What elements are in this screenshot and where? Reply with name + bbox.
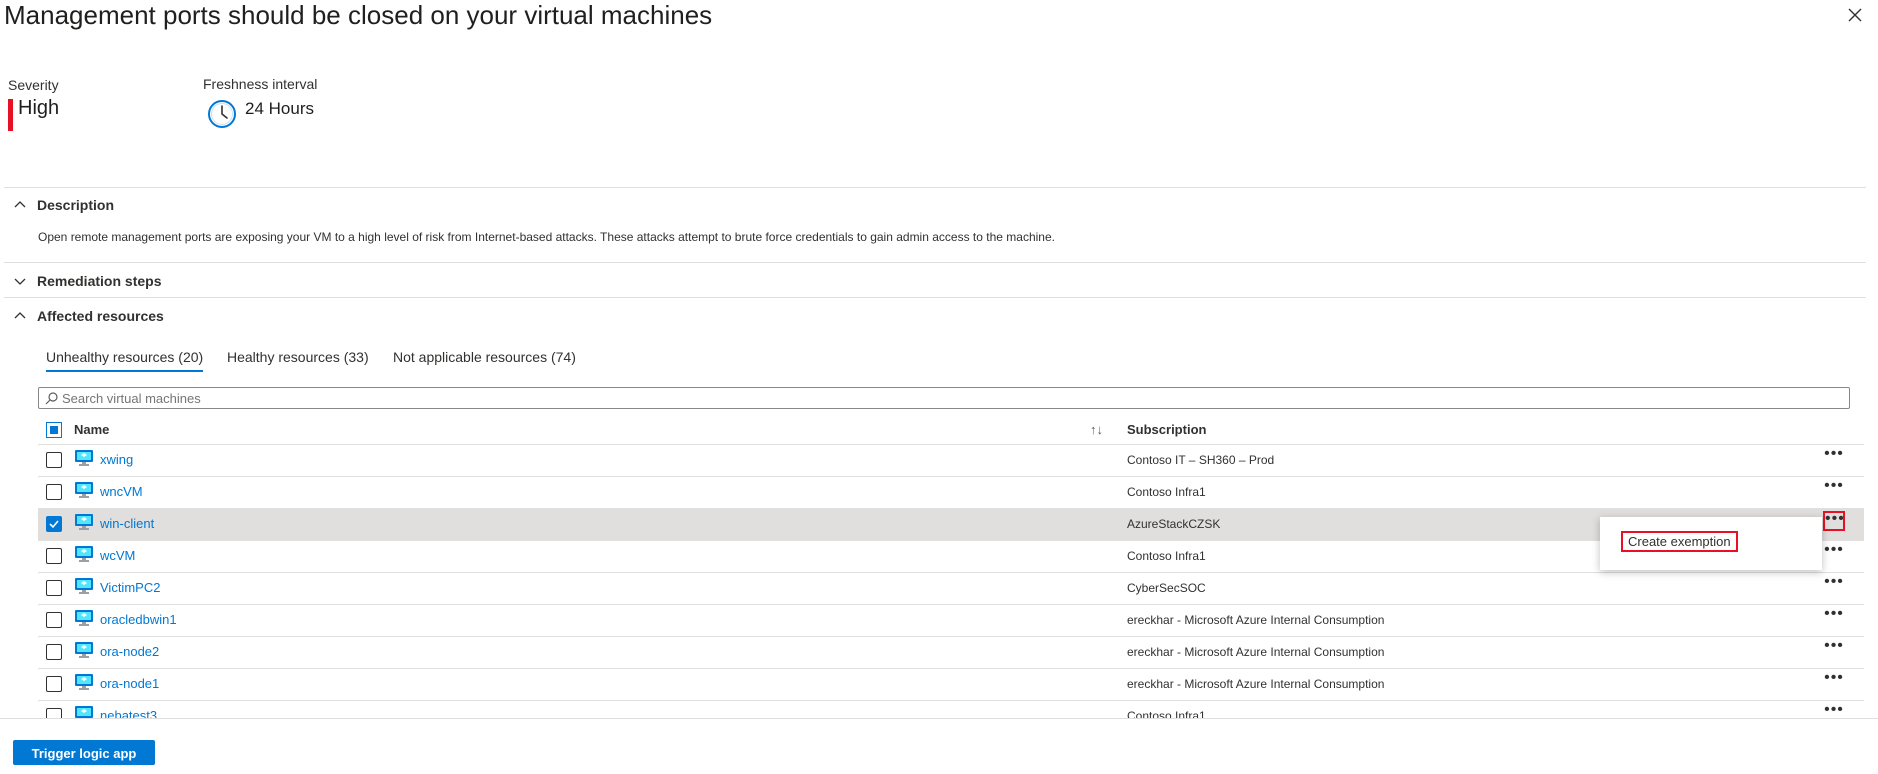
search-box xyxy=(38,387,1850,409)
vm-subscription: Contoso Infra1 xyxy=(1127,709,1206,718)
more-actions-icon[interactable]: ••• xyxy=(1823,638,1845,659)
vm-name-link[interactable]: xwing xyxy=(100,452,133,467)
row-checkbox[interactable] xyxy=(46,644,62,660)
close-icon[interactable] xyxy=(1846,6,1864,24)
tab-healthy[interactable]: Healthy resources (33) xyxy=(227,349,369,365)
virtual-machine-icon xyxy=(74,545,94,563)
table-row[interactable]: xwing Contoso IT – SH360 – Prod ••• xyxy=(38,445,1864,477)
select-all-checkbox[interactable] xyxy=(46,422,62,438)
more-actions-icon[interactable]: ••• xyxy=(1823,542,1845,563)
vm-subscription: ereckhar - Microsoft Azure Internal Cons… xyxy=(1127,677,1385,691)
description-title: Description xyxy=(37,197,115,213)
more-actions-icon[interactable]: ••• xyxy=(1823,574,1845,595)
table-row[interactable]: wcVM Contoso Infra1 ••• xyxy=(38,541,1864,573)
table-row[interactable]: nebatest3 Contoso Infra1 ••• xyxy=(38,701,1864,718)
more-actions-icon[interactable]: ••• xyxy=(1823,702,1845,718)
more-actions-icon[interactable]: ••• xyxy=(1823,446,1845,467)
create-exemption-menu-item[interactable]: Create exemption xyxy=(1621,531,1738,552)
more-actions-icon[interactable]: ••• xyxy=(1823,670,1845,691)
row-checkbox[interactable] xyxy=(46,676,62,692)
vm-name-link[interactable]: oracledbwin1 xyxy=(100,612,177,627)
chevron-up-icon xyxy=(14,201,26,208)
vm-name-link[interactable]: wncVM xyxy=(100,484,143,499)
column-header-subscription: Subscription xyxy=(1127,422,1207,437)
divider xyxy=(4,297,1866,298)
affected-section-toggle[interactable]: Affected resources xyxy=(13,305,164,327)
affected-title: Affected resources xyxy=(37,308,164,324)
chevron-down-icon xyxy=(14,278,26,285)
table-row[interactable]: ora-node2 ereckhar - Microsoft Azure Inte… xyxy=(38,637,1864,669)
description-section-toggle[interactable]: Description xyxy=(13,194,114,216)
footer-divider xyxy=(0,718,1878,719)
search-input[interactable] xyxy=(62,390,1762,406)
context-menu: Create exemption xyxy=(1600,517,1822,570)
trigger-logic-app-button[interactable]: Trigger logic app xyxy=(13,740,155,765)
divider xyxy=(4,262,1866,263)
row-checkbox[interactable] xyxy=(46,548,62,564)
vm-subscription: CyberSecSOC xyxy=(1127,581,1206,595)
table-header: Name ↑↓ Subscription xyxy=(38,418,1864,445)
severity-value: High xyxy=(18,97,60,119)
table-row[interactable]: win-client AzureStackCZSK ••• xyxy=(38,509,1864,541)
virtual-machine-icon xyxy=(74,609,94,627)
freshness-value: 24 Hours xyxy=(245,99,314,118)
row-checkbox[interactable] xyxy=(46,612,62,628)
more-actions-icon[interactable]: ••• xyxy=(1823,606,1845,627)
remediation-title: Remediation steps xyxy=(37,273,162,289)
table-row[interactable]: oracledbwin1 ereckhar - Microsoft Azure I… xyxy=(38,605,1864,637)
more-actions-icon[interactable]: ••• xyxy=(1823,478,1845,499)
vm-subscription: Contoso IT – SH360 – Prod xyxy=(1127,453,1275,467)
virtual-machine-icon xyxy=(74,673,94,691)
table-row[interactable]: VictimPC2 CyberSecSOC ••• xyxy=(38,573,1864,605)
tab-active-indicator xyxy=(46,370,203,372)
vm-name-link[interactable]: ora-node2 xyxy=(100,644,159,659)
virtual-machine-icon xyxy=(74,513,94,531)
row-checkbox[interactable] xyxy=(46,484,62,500)
vm-name-link[interactable]: wcVM xyxy=(100,548,135,563)
row-checkbox[interactable] xyxy=(46,452,62,468)
row-checkbox[interactable] xyxy=(46,580,62,596)
tab-not-applicable[interactable]: Not applicable resources (74) xyxy=(393,349,576,365)
severity-indicator xyxy=(8,99,13,131)
virtual-machine-icon xyxy=(74,481,94,499)
remediation-section-toggle[interactable]: Remediation steps xyxy=(13,270,161,292)
table-row[interactable]: wncVM Contoso Infra1 ••• xyxy=(38,477,1864,509)
page-title: Management ports should be closed on you… xyxy=(4,0,713,30)
chevron-up-icon xyxy=(14,312,26,319)
sort-icon[interactable]: ↑↓ xyxy=(1090,422,1103,437)
vm-subscription: Contoso Infra1 xyxy=(1127,549,1206,563)
vm-name-link[interactable]: win-client xyxy=(100,516,154,531)
vm-subscription: ereckhar - Microsoft Azure Internal Cons… xyxy=(1127,613,1385,627)
table-row[interactable]: ora-node1 ereckhar - Microsoft Azure Inte… xyxy=(38,669,1864,701)
vm-name-link[interactable]: ora-node1 xyxy=(100,676,159,691)
divider xyxy=(4,187,1866,188)
description-text: Open remote management ports are exposin… xyxy=(38,230,1055,244)
vm-subscription: Contoso Infra1 xyxy=(1127,485,1206,499)
freshness-label: Freshness interval xyxy=(203,76,318,92)
virtual-machine-icon xyxy=(74,641,94,659)
virtual-machine-icon xyxy=(74,577,94,595)
row-checkbox[interactable] xyxy=(46,516,62,532)
row-checkbox[interactable] xyxy=(46,708,62,718)
virtual-machine-icon xyxy=(74,705,94,718)
severity-label: Severity xyxy=(8,77,59,93)
vm-subscription: ereckhar - Microsoft Azure Internal Cons… xyxy=(1127,645,1385,659)
virtual-machine-icon xyxy=(74,449,94,467)
checkmark-icon xyxy=(49,520,59,529)
more-actions-icon[interactable]: ••• xyxy=(1823,511,1845,531)
vm-name-link[interactable]: VictimPC2 xyxy=(100,580,160,595)
vm-subscription: AzureStackCZSK xyxy=(1127,517,1221,531)
vm-name-link[interactable]: nebatest3 xyxy=(100,708,157,718)
search-icon xyxy=(45,391,58,404)
tab-unhealthy[interactable]: Unhealthy resources (20) xyxy=(46,349,203,365)
column-header-name: Name xyxy=(74,422,110,437)
clock-icon xyxy=(206,98,238,130)
